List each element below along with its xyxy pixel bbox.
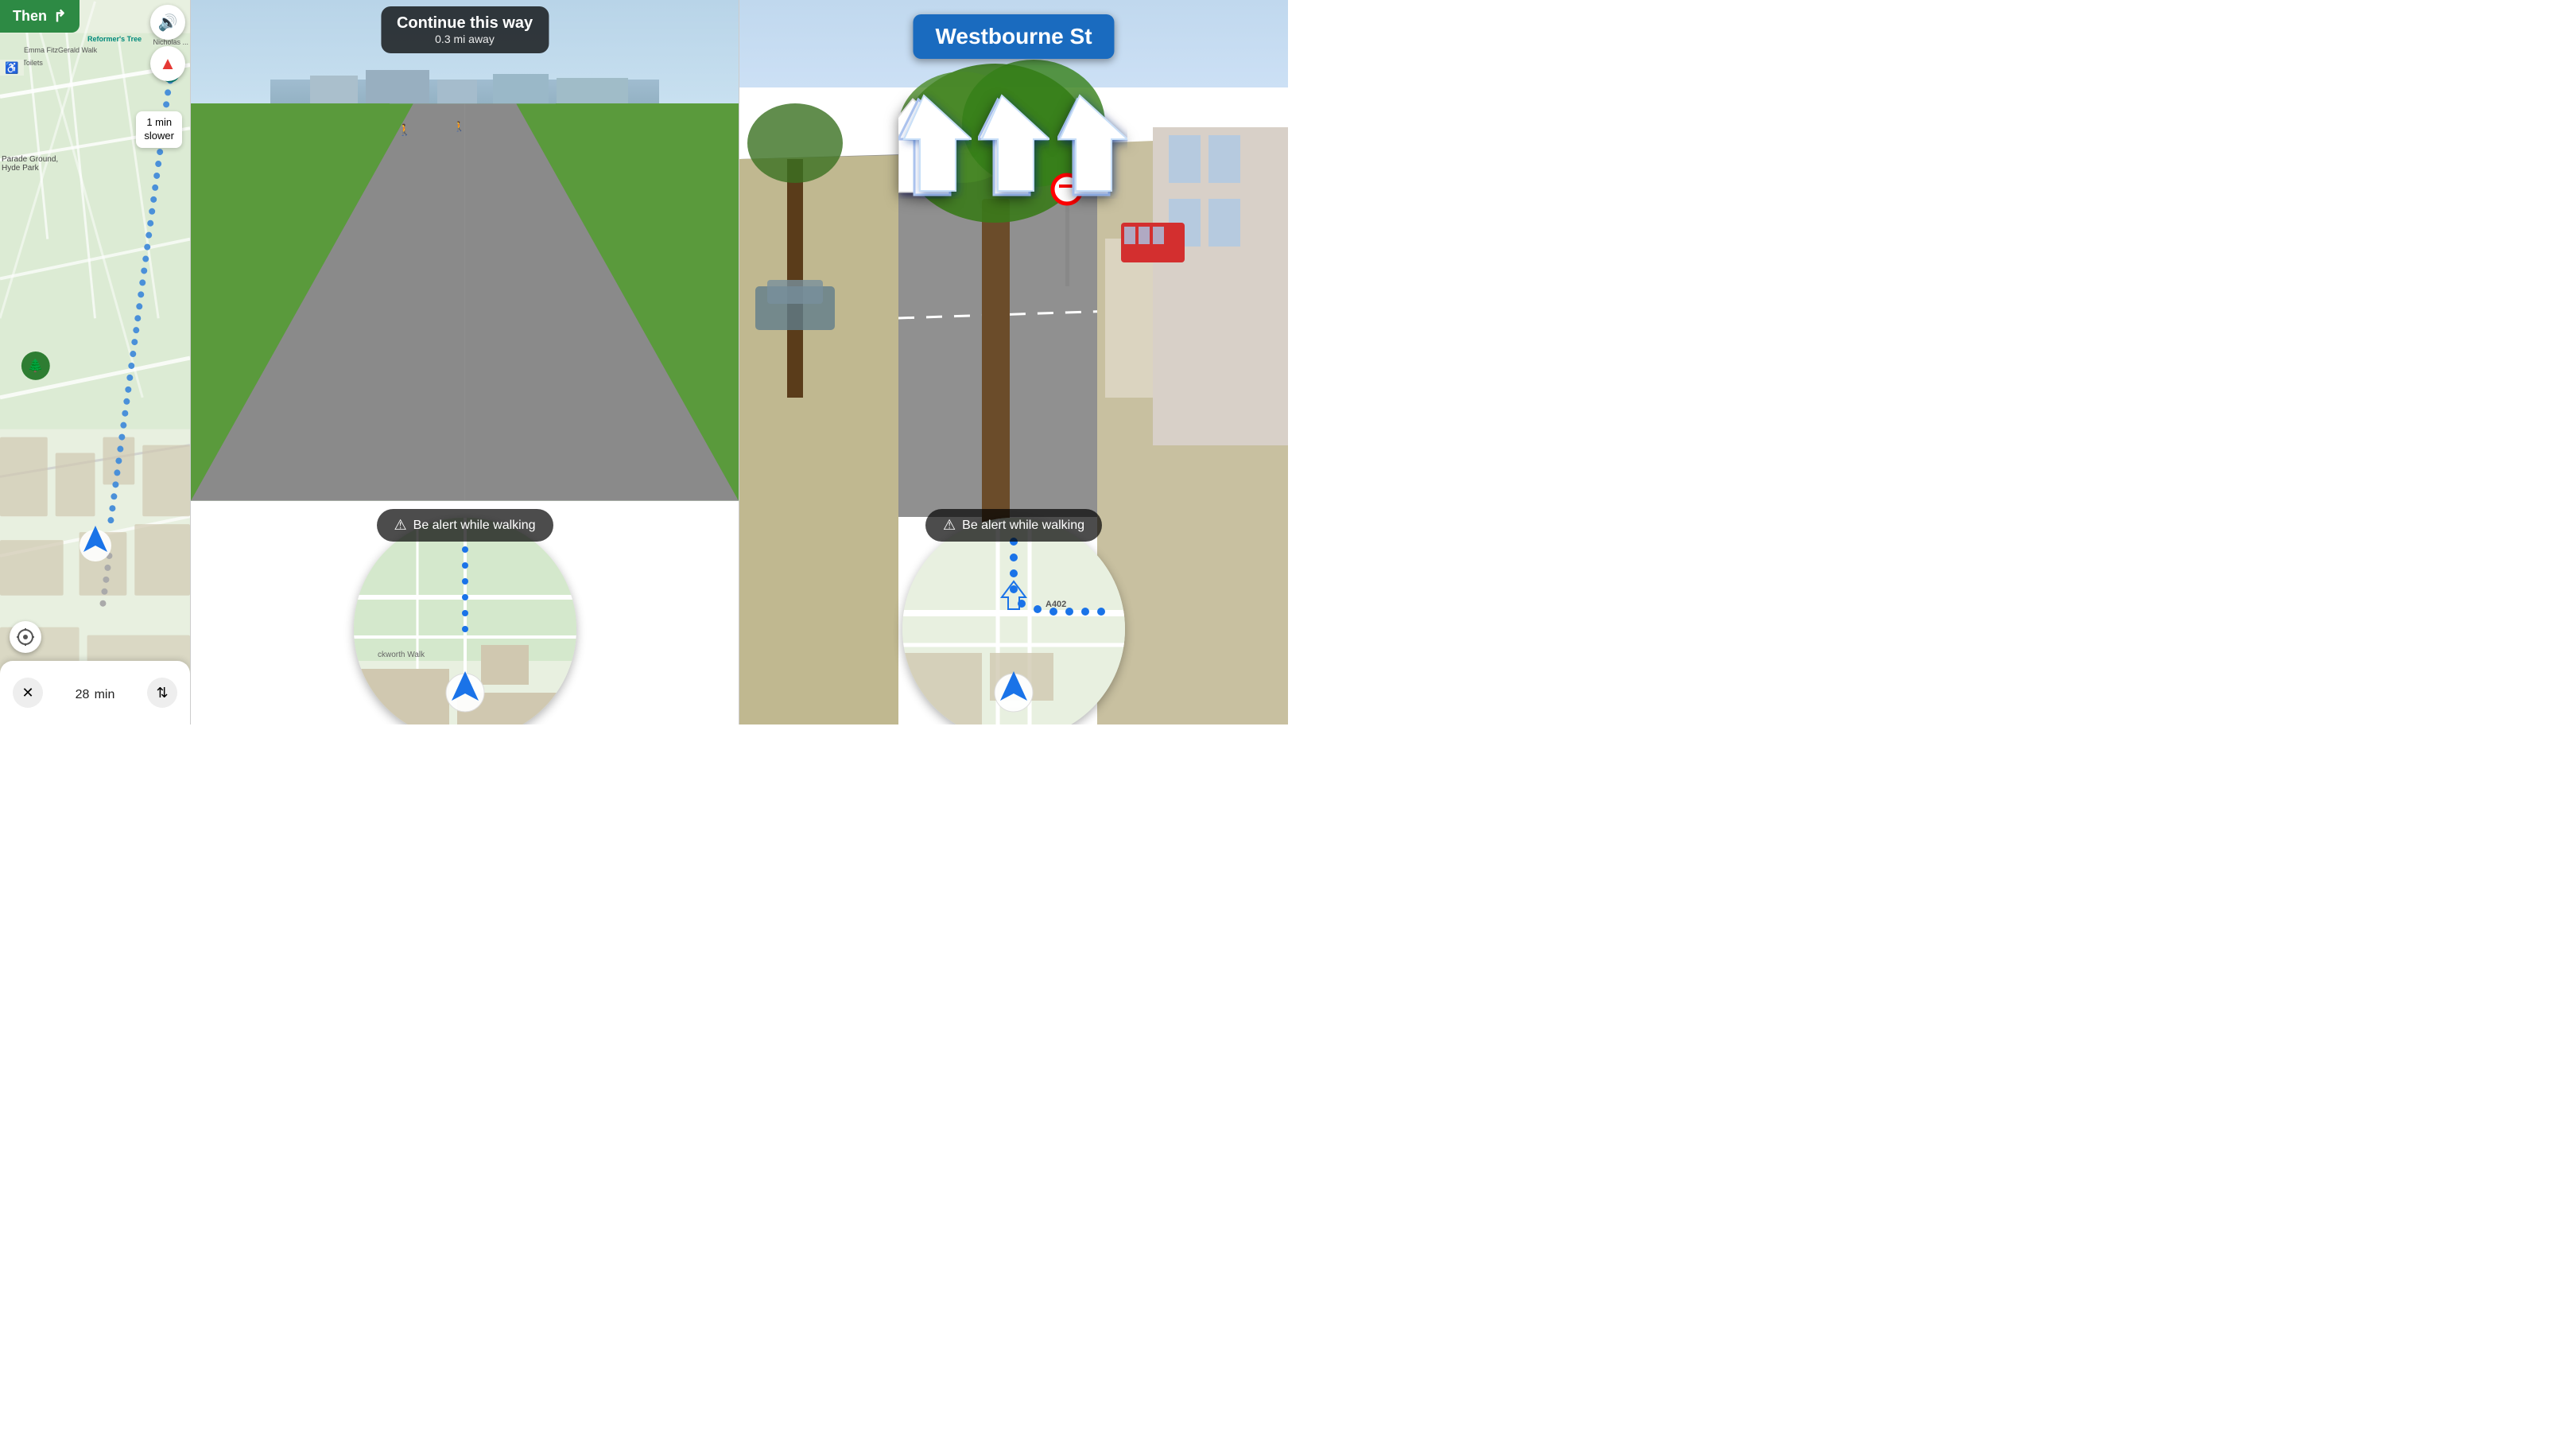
slower-badge: 1 min slower [136,111,182,148]
toilets-icon: ♿ [0,60,24,76]
close-icon: ✕ [21,685,33,701]
chevron-1 [900,87,972,199]
svg-text:🌲: 🌲 [28,358,44,373]
map-panel: 🌲 Then ↱ Reformer's Tree Emma FitzGerald… [0,0,191,724]
time-value: 28 [76,688,90,701]
map-background: 🌲 [0,0,190,724]
slower-line1: 1 min [144,116,174,130]
ar-walking-panel: Continue this way 0.3 mi away 🚶 🚶 ⚠ Be a… [191,0,739,724]
park-path [191,103,739,501]
chevron-3 [1056,87,1127,199]
navigation-bottom-bar: ✕ 28 min ⇅ [0,661,190,724]
continue-sub-text: 0.3 mi away [397,33,533,45]
location-button[interactable] [10,621,41,653]
close-navigation-button[interactable]: ✕ [13,678,43,708]
mini-map-nav-arrow-right [994,665,1034,717]
alert-text-middle: Be alert while walking [413,519,536,533]
alert-badge-right: ⚠ Be alert while walking [925,509,1102,542]
mini-map-nav-arrow-middle [445,665,485,717]
slower-line2: slower [144,130,174,143]
sound-button[interactable]: 🔊 [150,5,185,40]
time-unit: min [95,688,115,701]
street-name-text: Westbourne St [935,24,1092,49]
alert-icon-right: ⚠ [943,517,956,534]
pedestrian-right: 🚶 [453,121,465,132]
routes-button[interactable]: ⇅ [147,678,177,708]
turn-right-arrow-icon: ↱ [53,6,67,26]
chevron-2 [978,87,1049,199]
routes-icon: ⇅ [156,685,168,701]
reformers-tree-label: Reformer's Tree [87,35,142,43]
svg-text:A402: A402 [1046,600,1066,609]
compass-icon: ▲ [159,53,177,74]
continue-main-text: Continue this way [397,14,533,33]
alert-badge-middle: ⚠ Be alert while walking [377,509,553,542]
estimated-time: 28 min [76,682,115,703]
then-turn-button[interactable]: Then ↱ [0,0,80,33]
compass-button[interactable]: ▲ [150,46,185,81]
chevron-arrows [900,87,1127,199]
emma-fitzgerald-label: Emma FitzGerald Walk [24,46,97,54]
svg-text:ckworth Walk: ckworth Walk [378,651,425,659]
street-sign: Westbourne St [913,14,1114,59]
user-position-arrow [80,522,111,565]
then-label: Then [13,8,47,25]
ar-street-panel: Westbourne St [739,0,1288,724]
pedestrian-left: 🚶 [398,123,411,137]
continue-banner: Continue this way 0.3 mi away [381,6,549,53]
sound-icon: 🔊 [158,13,178,33]
location-icon [17,628,34,646]
alert-text-right: Be alert while walking [962,519,1084,533]
mini-map-middle: ckworth Walk [354,518,576,724]
parade-ground-label: Parade Ground,Hyde Park [2,155,58,173]
alert-icon-middle: ⚠ [394,517,407,534]
